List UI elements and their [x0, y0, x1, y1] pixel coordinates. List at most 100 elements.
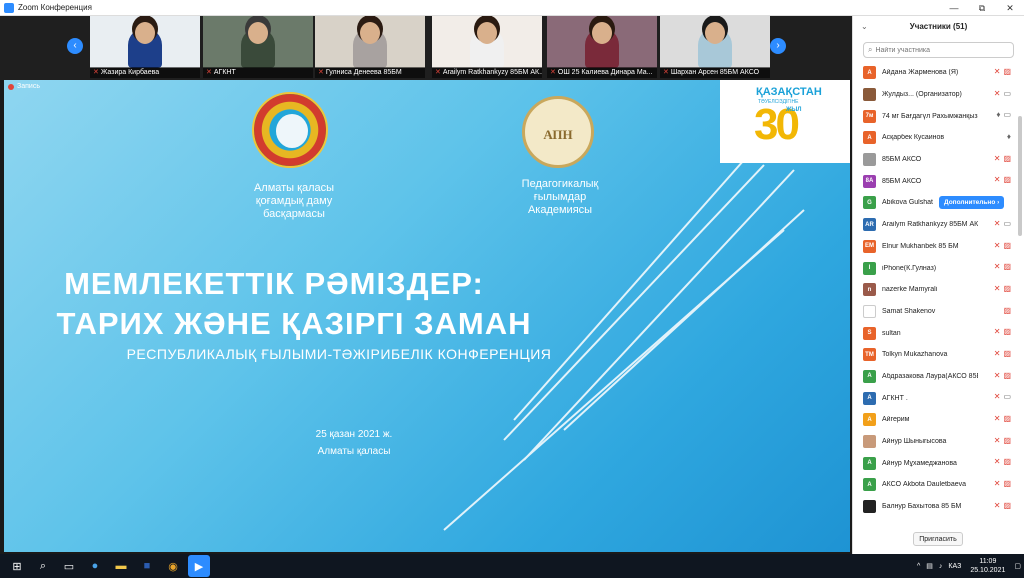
camera-icon: ▭	[1003, 110, 1011, 120]
mic-muted-icon[interactable]: ✕	[994, 284, 1001, 293]
mic-muted-icon[interactable]: ✕	[994, 436, 1001, 445]
participant-row[interactable]: Балнур Бахытова 85 БМ ✕ ▨	[853, 496, 1013, 518]
participant-search-input[interactable]	[875, 46, 996, 54]
maximize-button[interactable]: ⧉	[968, 0, 996, 16]
mic-muted-icon[interactable]: ✕	[994, 219, 1001, 228]
participant-row[interactable]: Жулдыз... (Организатор) ✕ ▭	[853, 84, 1013, 106]
task-view-icon[interactable]: ▭	[58, 555, 80, 577]
participant-name: АКСО Akbota Dauletbaeva	[882, 481, 967, 489]
participant-row[interactable]: Ssultan ✕ ▨	[853, 322, 1013, 344]
video-tile[interactable]: ✕ Жазира Кирбаева	[90, 16, 200, 78]
mic-muted-icon[interactable]: ✕	[994, 371, 1001, 380]
next-page-arrow-icon[interactable]: ›	[770, 38, 786, 54]
edge-browser-icon[interactable]: ●	[84, 555, 106, 577]
clock[interactable]: 11:09 25.10.2021	[970, 557, 1005, 575]
camera-off-icon: ▨	[1003, 305, 1011, 315]
mic-muted-icon[interactable]: ✕	[994, 479, 1001, 488]
mic-muted-icon[interactable]: ✕	[994, 327, 1001, 336]
prev-page-arrow-icon[interactable]: ‹	[67, 38, 83, 54]
participant-status-icons: ✕ ▨	[994, 262, 1011, 271]
mic-muted-icon[interactable]: ✕	[994, 349, 1001, 358]
video-tile[interactable]: ✕ Шархан Арсен 85БМ АКСО	[660, 16, 770, 78]
file-explorer-icon[interactable]: ▬	[110, 555, 132, 577]
camera-off-icon: ▨	[1003, 262, 1011, 272]
search-taskbar-icon[interactable]: ⌕	[32, 555, 54, 577]
language-indicator[interactable]: КАЗ	[948, 563, 961, 570]
network-icon[interactable]: ▤	[926, 562, 933, 570]
participant-video	[660, 16, 770, 68]
video-tile-name: ✕ ОШ 25 Калиева Динара Ма...	[547, 67, 657, 78]
video-tile[interactable]: ✕ Arailym Ratkhankyzy 85БМ АК...	[432, 16, 542, 78]
mic-muted-icon[interactable]: ✕	[994, 89, 1001, 98]
mic-muted-icon[interactable]: ✕	[994, 457, 1001, 466]
zoom-taskbar-icon[interactable]: ▶	[188, 555, 210, 577]
video-tile[interactable]: ✕ АГКНТ	[203, 16, 313, 78]
participant-name: Айнур Шыныrысова	[882, 438, 947, 446]
mic-muted-icon[interactable]: ✕	[994, 241, 1001, 250]
participant-row[interactable]: 85БМ АКСО ✕ ▨	[853, 149, 1013, 171]
mic-muted-icon[interactable]: ✕	[994, 501, 1001, 510]
participant-list-scrollbar[interactable]	[1018, 116, 1022, 236]
avatar: I	[863, 261, 876, 275]
participant-status-icons: ✕ ▭	[994, 392, 1011, 401]
participant-row[interactable]: А АКСО Akbota Dauletbaeva ✕ ▨	[853, 474, 1013, 496]
participant-search[interactable]: ⌕	[863, 42, 1014, 58]
participant-name: nazerke Mamyrali	[882, 286, 938, 294]
windows-start-icon[interactable]: ⊞	[6, 555, 28, 577]
tile-participant-name: АГКНТ	[213, 69, 236, 76]
video-tile[interactable]: ✕ ОШ 25 Калиева Динара Ма...	[547, 16, 657, 78]
participant-row[interactable]: TM Tolkyn Mukazhanova ✕ ▨	[853, 344, 1013, 366]
participant-row[interactable]: А Абдразакова Лаура(АКСО 85Б... ✕ ▨	[853, 366, 1013, 388]
participant-row[interactable]: Samat Shakenov ▨	[853, 301, 1013, 323]
mic-muted-icon[interactable]: ✕	[994, 175, 1001, 184]
tile-participant-name: Arailym Ratkhankyzy 85БМ АК...	[442, 69, 542, 76]
mic-muted-icon[interactable]: ✕	[994, 392, 1001, 401]
participant-status-icons: ✕ ▭	[994, 89, 1011, 98]
participant-status-icons: ♦ ▭	[996, 110, 1011, 119]
tray-chevron-icon[interactable]: ^	[917, 563, 920, 570]
chrome-icon[interactable]: ◉	[162, 555, 184, 577]
tile-participant-name: ОШ 25 Калиева Динара Ма...	[557, 69, 653, 76]
participant-row[interactable]: 8А 85БМ АКСО ✕ ▨	[853, 170, 1013, 192]
participant-video	[432, 16, 542, 68]
mic-muted-icon[interactable]: ✕	[994, 154, 1001, 163]
participant-status-icons: ✕ ▨	[994, 154, 1011, 163]
video-tile[interactable]: ✕ Гулнисa Денеева 85БМ	[315, 16, 425, 78]
avatar: А	[863, 413, 876, 427]
participant-row[interactable]: n nazerke Mamyrali ✕ ▨	[853, 279, 1013, 301]
volume-icon[interactable]: ♪	[939, 563, 943, 570]
avatar: А	[863, 66, 876, 80]
participant-row[interactable]: А АГКНТ . ✕ ▭	[853, 387, 1013, 409]
camera-icon: ▭	[1003, 392, 1011, 402]
participant-row[interactable]: IiPhone(К.Гулназ) ✕ ▨	[853, 257, 1013, 279]
participant-row[interactable]: EM Elnur Mukhanbek 85 БМ ✕ ▨	[853, 236, 1013, 258]
mic-icon[interactable]: ♦	[1007, 132, 1011, 141]
mic-muted-icon[interactable]: ✕	[994, 262, 1001, 271]
participant-row[interactable]: А Айдана Жарменова (Я) ✕ ▨	[853, 62, 1013, 84]
avatar: EM	[863, 239, 876, 253]
slide-city: Алматы қаласы	[317, 446, 391, 457]
notifications-icon[interactable]: ▢	[1014, 562, 1021, 570]
collapse-chevron-icon[interactable]: ⌄	[861, 16, 868, 38]
video-tile-name: ✕ Шархан Арсен 85БМ АКСО	[660, 67, 770, 78]
invite-button[interactable]: Пригласить	[913, 532, 963, 546]
participant-row[interactable]: Айнур Шыныrысова ✕ ▨	[853, 431, 1013, 453]
close-button[interactable]: ✕	[996, 0, 1024, 16]
participant-row[interactable]: А Айнур Мұхамеджанова ✕ ▨	[853, 452, 1013, 474]
participant-row[interactable]: AR Arailym Ratkhankyzy 85БМ АКСО ✕ ▭	[853, 214, 1013, 236]
more-options-button[interactable]: Дополнительно ›	[939, 196, 1005, 210]
participant-status-icons: ✕ ▨	[994, 501, 1011, 510]
participant-status-icons: ✕ ▨	[994, 436, 1011, 445]
window-controls: — ⧉ ✕	[940, 0, 1024, 16]
participant-row[interactable]: 7м 74 мг Бағдагүл Рахымжанқызы ♦ ▭	[853, 105, 1013, 127]
participant-row[interactable]: А Асқарбек Кусаинов ♦	[853, 127, 1013, 149]
mic-icon[interactable]: ♦	[996, 110, 1000, 119]
zoom-app-icon	[4, 2, 14, 13]
minimize-button[interactable]: —	[940, 0, 968, 16]
mic-muted-icon[interactable]: ✕	[994, 414, 1001, 423]
camera-off-icon: ▨	[1003, 153, 1011, 163]
participant-row[interactable]: А Айгерим ✕ ▨	[853, 409, 1013, 431]
mic-muted-icon[interactable]: ✕	[994, 67, 1001, 76]
participant-row[interactable]: G Abikova Gulshat Дополнительно ›	[853, 192, 1013, 214]
word-icon[interactable]: ■	[136, 555, 158, 577]
